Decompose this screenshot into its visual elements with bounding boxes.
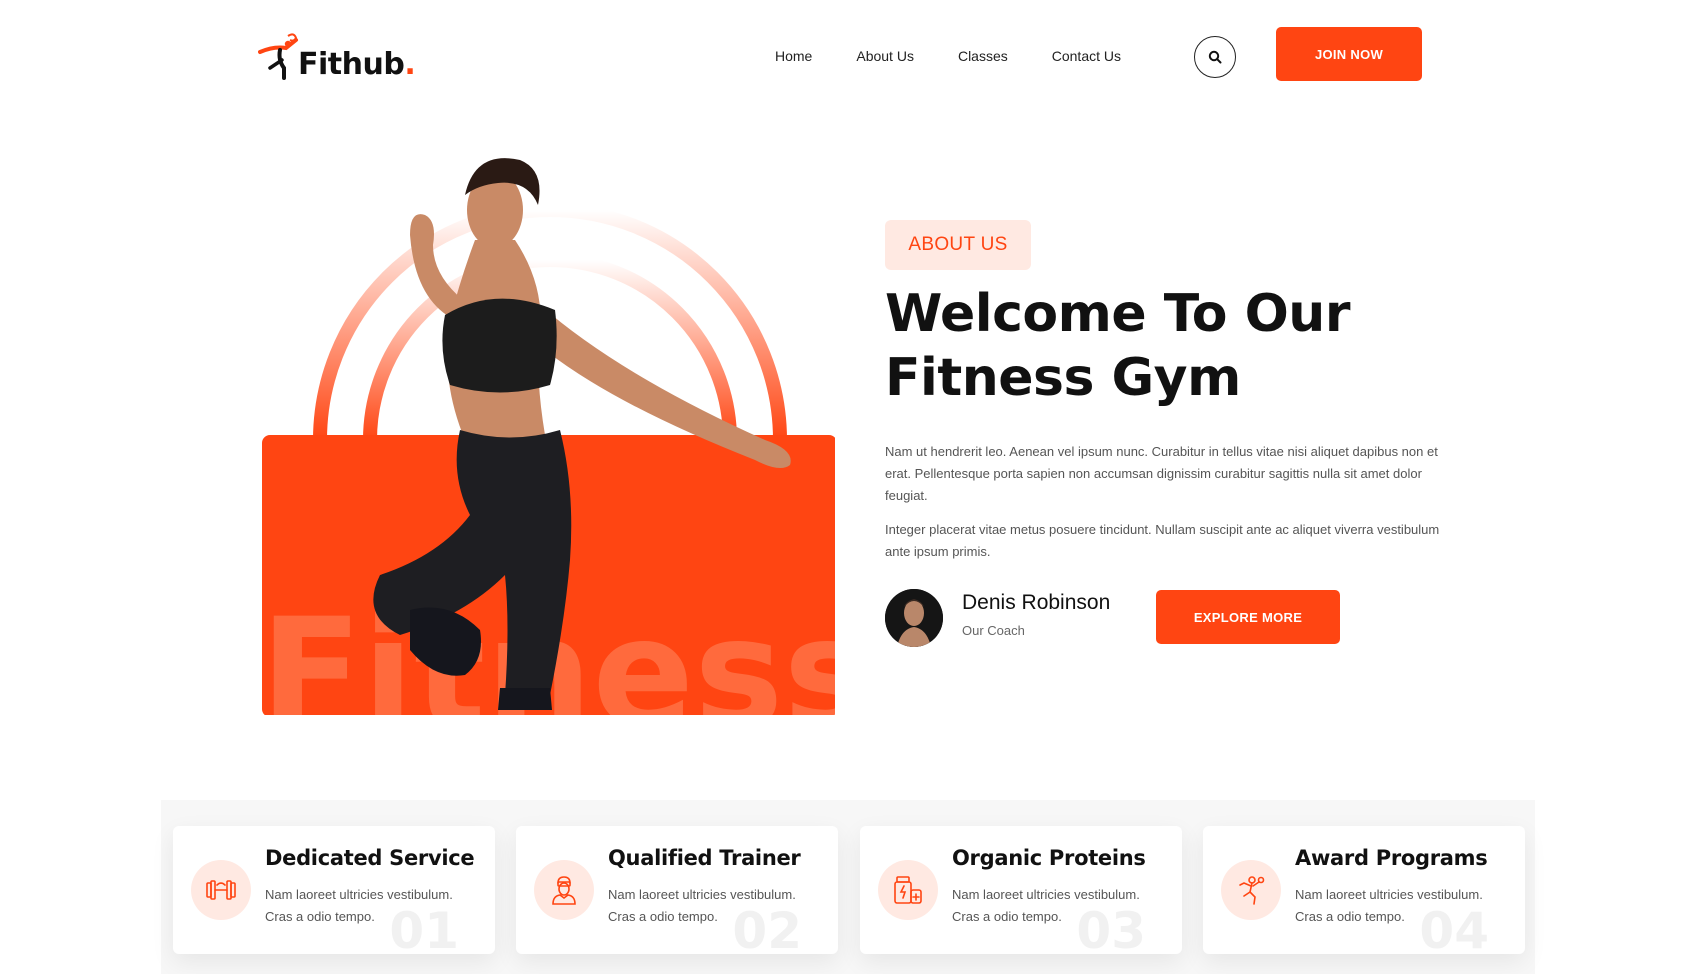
feature-text: Nam laoreet ultricies vestibulum. Cras a… [1295, 887, 1483, 924]
feature-card: Dedicated Service Nam laoreet ultricies … [173, 826, 495, 954]
feature-card: Qualified Trainer Nam laoreet ultricies … [516, 826, 838, 954]
feature-text: Nam laoreet ultricies vestibulum. Cras a… [608, 887, 796, 924]
about-paragraph-1: Nam ut hendrerit leo. Aenean vel ipsum n… [885, 444, 1438, 503]
headline-line-2: Fitness Gym [885, 348, 1241, 408]
nav-home[interactable]: Home [775, 48, 812, 64]
brand-logo[interactable]: Fithub. [258, 30, 416, 86]
award-icon [1239, 876, 1265, 905]
headline-line-1: Welcome To Our [885, 284, 1350, 344]
brand-dot: . [404, 47, 416, 82]
feature-title: Dedicated Service [265, 846, 475, 870]
coach-name: Denis Robinson [962, 591, 1111, 614]
coach-avatar [885, 589, 943, 647]
brand-name: Fithub [298, 47, 405, 82]
search-icon [1208, 50, 1222, 64]
feature-icon-circle [191, 860, 251, 920]
nav-classes[interactable]: Classes [958, 48, 1008, 64]
nav-contact-us[interactable]: Contact Us [1052, 48, 1121, 64]
feature-title: Qualified Trainer [608, 846, 801, 870]
join-now-button[interactable]: JOIN NOW [1276, 27, 1422, 81]
hero-image: Fitness [260, 140, 835, 715]
about-us-badge: ABOUT US [885, 220, 1031, 270]
runner-logo-icon [258, 33, 298, 80]
search-button[interactable] [1194, 36, 1236, 78]
coach-role: Our Coach [962, 623, 1025, 638]
protein-icon [894, 876, 922, 904]
explore-more-button[interactable]: EXPLORE MORE [1156, 590, 1340, 644]
feature-title: Organic Proteins [952, 846, 1146, 870]
feature-title: Award Programs [1295, 846, 1488, 870]
about-paragraph-2: Integer placerat vitae metus posuere tin… [885, 522, 1440, 559]
feature-icon-circle [878, 860, 938, 920]
feature-icon-circle [534, 860, 594, 920]
feature-text: Nam laoreet ultricies vestibulum. Cras a… [952, 887, 1140, 924]
nav-about-us[interactable]: About Us [856, 48, 914, 64]
feature-icon-circle [1221, 860, 1281, 920]
dumbbell-icon [206, 880, 236, 900]
feature-card: Award Programs Nam laoreet ultricies ves… [1203, 826, 1525, 954]
main-nav: Home About Us Classes Contact Us [775, 48, 1121, 64]
feature-text: Nam laoreet ultricies vestibulum. Cras a… [265, 887, 453, 924]
feature-card: Organic Proteins Nam laoreet ultricies v… [860, 826, 1182, 954]
hero-headline: Welcome To Our Fitness Gym [885, 282, 1405, 410]
trainer-icon [552, 876, 576, 905]
